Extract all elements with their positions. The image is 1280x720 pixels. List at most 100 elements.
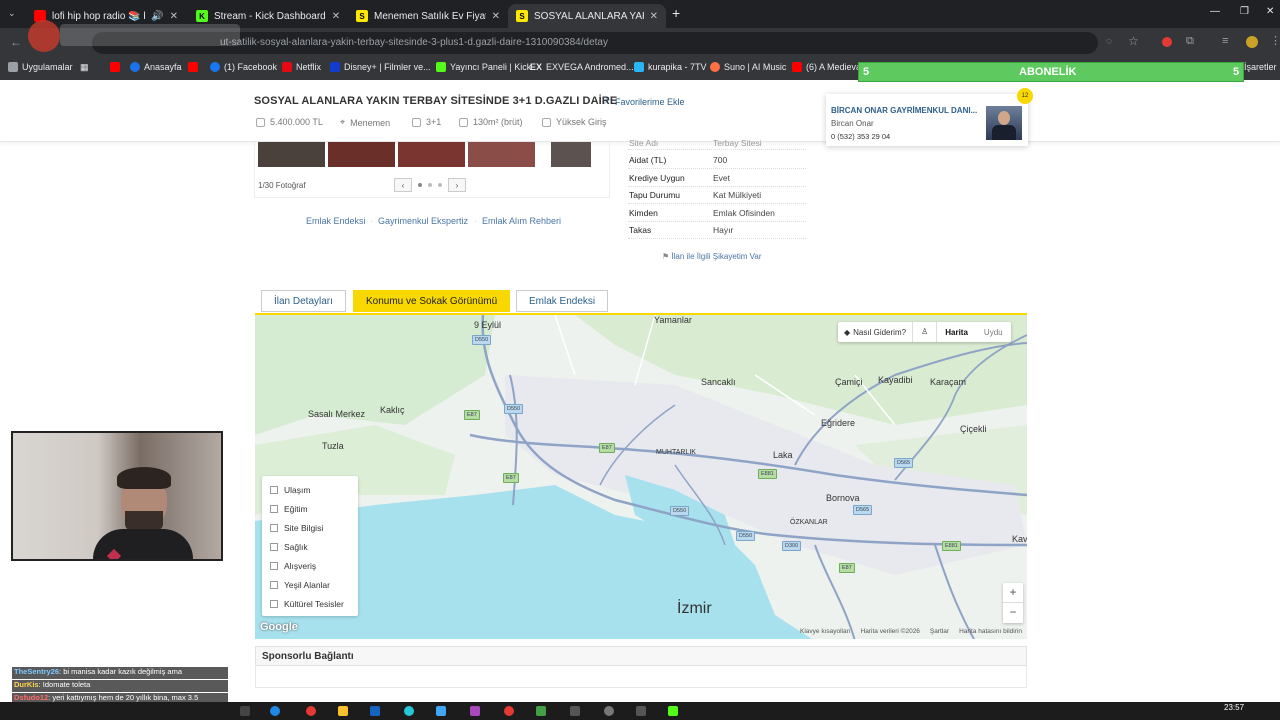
link-emlak-endeksi[interactable]: Emlak Endeksi xyxy=(306,216,366,226)
star-icon[interactable]: ☆ xyxy=(1128,34,1139,48)
terms-link[interactable]: Şartlar xyxy=(930,628,949,635)
listing-title: SOSYAL ALANLARA YAKIN TERBAY SİTESİNDE 3… xyxy=(254,95,618,107)
checkbox[interactable] xyxy=(270,581,278,589)
kebab-menu-icon[interactable]: ⋮ xyxy=(1270,34,1280,47)
app-icon[interactable] xyxy=(636,706,646,716)
bookmark-label: kurapika - 7TV xyxy=(648,62,707,72)
tab-listing-details[interactable]: İlan Detayları xyxy=(261,290,346,312)
checkbox[interactable] xyxy=(270,524,278,532)
tab-menemen[interactable]: S Menemen Satılık Ev Fiyatları sa ✕ xyxy=(348,4,508,28)
close-icon[interactable]: ✕ xyxy=(332,11,340,22)
link-alim-rehberi[interactable]: Emlak Alım Rehberi xyxy=(482,216,561,226)
taskbar-app-icon[interactable] xyxy=(240,706,250,716)
tab-listing[interactable]: S SOSYAL ALANLARA YAKIN TERI ✕ xyxy=(508,4,666,28)
app-icon[interactable] xyxy=(570,706,580,716)
info-row: Krediye Uygun Evet xyxy=(628,170,806,187)
map-place: MUHTARLIK xyxy=(656,449,696,456)
bookmark-label: Netflix xyxy=(296,62,322,72)
agent-company[interactable]: BİRCAN ONAR GAYRİMENKUL DANI... xyxy=(831,106,981,115)
close-icon[interactable]: ✕ xyxy=(492,11,500,22)
grid-icon: ▦ xyxy=(80,62,89,72)
app-icon[interactable] xyxy=(404,706,414,716)
bookmark-exvega[interactable]: EX EXVEGA Andromed... xyxy=(530,62,634,72)
add-favorites-link[interactable]: ☆ Favorilerime Ekle xyxy=(602,96,685,107)
bookmark-suno[interactable]: Suno | AI Music xyxy=(710,62,786,72)
sub-badge: 12 xyxy=(1017,88,1033,104)
legend-item[interactable]: Yeşil Alanlar xyxy=(270,580,330,590)
zoom-out-button[interactable]: − xyxy=(1003,603,1023,622)
folder-icon[interactable] xyxy=(338,706,348,716)
app-icon[interactable] xyxy=(370,706,380,716)
sub-left-count: 5 xyxy=(863,66,870,78)
eye-off-icon[interactable]: ◌ xyxy=(1106,36,1112,47)
app-icon[interactable] xyxy=(436,706,446,716)
keyboard-shortcuts-link[interactable]: Klavye kısayolları xyxy=(800,628,851,635)
taskbar-clock[interactable]: 23:57 xyxy=(1224,703,1244,712)
bookmark-netflix[interactable]: Netflix xyxy=(282,62,321,72)
legend-label: Alışveriş xyxy=(284,561,317,571)
minimize-icon[interactable]: — xyxy=(1210,6,1220,17)
checkbox[interactable] xyxy=(270,486,278,494)
close-icon[interactable]: ✕ xyxy=(650,11,658,22)
back-icon[interactable]: ← xyxy=(10,35,22,49)
link-ekspertiz[interactable]: Gayrimenkul Ekspertiz xyxy=(378,216,468,226)
legend-item[interactable]: Alışveriş xyxy=(270,561,316,571)
legend-item[interactable]: Sağlık xyxy=(270,542,308,552)
bed-icon xyxy=(412,117,421,127)
bookmark-isaretler[interactable]: İşaretler xyxy=(1244,62,1277,72)
sponsored-links-body xyxy=(255,666,1027,688)
tab-real-estate-index[interactable]: Emlak Endeksi xyxy=(516,290,609,312)
bookmark-anasayfa[interactable]: Anasayfa xyxy=(130,62,182,72)
maximize-icon[interactable]: ❐ xyxy=(1240,6,1249,17)
bookmark-grid[interactable]: ▦ xyxy=(80,62,89,73)
legend-label: Kültürel Tesisler xyxy=(284,599,344,609)
street-view-button[interactable]: ♙ xyxy=(913,322,938,342)
map-view[interactable]: 9 Eylül Yamanlar Sancaklı Çamiçi Kayadib… xyxy=(255,313,1027,639)
map-place: Kav xyxy=(1012,534,1027,544)
agent-phone: 0 (532) 353 29 04 xyxy=(831,132,891,141)
legend-item[interactable]: Kültürel Tesisler xyxy=(270,599,344,609)
extensions-icon[interactable]: ⧉ xyxy=(1186,35,1194,48)
app-icon[interactable] xyxy=(536,706,546,716)
checkbox[interactable] xyxy=(270,505,278,513)
bookmark-yt2[interactable] xyxy=(188,62,198,72)
bookmark-kick[interactable]: Yayıncı Paneli | Kick xyxy=(436,62,531,72)
info-key: Site Adı xyxy=(629,138,659,148)
bookmark-disney[interactable]: Disney+ | Filmler ve... xyxy=(330,62,431,72)
profile-icon[interactable] xyxy=(1246,36,1258,48)
map-type-map-button[interactable]: Harita xyxy=(937,328,976,337)
new-tab-icon[interactable]: + xyxy=(672,5,680,21)
report-error-link[interactable]: Harita hatasını bildirin xyxy=(959,628,1022,635)
map-place: Eğridere xyxy=(821,418,856,428)
checkbox[interactable] xyxy=(270,543,278,551)
bookmark-facebook[interactable]: (1) Facebook xyxy=(210,62,277,72)
zoom-in-button[interactable]: + xyxy=(1003,583,1023,603)
edge-icon[interactable] xyxy=(270,706,280,716)
agent-photo xyxy=(986,106,1022,140)
app-icon[interactable] xyxy=(504,706,514,716)
bookmark-7tv[interactable]: kurapika - 7TV xyxy=(634,62,707,72)
checkbox[interactable] xyxy=(270,600,278,608)
bookmark-apps[interactable]: Uygulamalar xyxy=(8,62,73,72)
app-icon[interactable] xyxy=(604,706,614,716)
window-close-icon[interactable]: ✕ xyxy=(1266,6,1274,17)
checkbox[interactable] xyxy=(270,562,278,570)
kick-app-icon[interactable] xyxy=(668,706,678,716)
app-icon[interactable] xyxy=(470,706,480,716)
legend-item[interactable]: Eğitim xyxy=(270,504,308,514)
agent-card[interactable]: BİRCAN ONAR GAYRİMENKUL DANI... Bircan O… xyxy=(826,94,1028,146)
chrome-icon[interactable] xyxy=(306,706,316,716)
chat-user: Dsfudo12 xyxy=(14,693,49,702)
directions-button[interactable]: ◆ Nasıl Giderim? xyxy=(838,322,914,342)
extension-red-icon[interactable] xyxy=(1162,37,1172,47)
bookmark-medieval[interactable]: (6) A Medieval xyxy=(792,62,863,72)
menu-lines-icon[interactable]: ≡ xyxy=(1222,35,1228,47)
complaint-link[interactable]: ⚑ İlan ile İlgili Şikayetim Var xyxy=(662,252,762,261)
tab-search-icon[interactable]: ⌄ xyxy=(8,8,16,19)
map-type-satellite-button[interactable]: Uydu xyxy=(976,328,1011,337)
tab-location-street[interactable]: Konumu ve Sokak Görünümü xyxy=(353,290,511,312)
legend-item[interactable]: Site Bilgisi xyxy=(270,523,323,533)
legend-item[interactable]: Ulaşım xyxy=(270,485,310,495)
legend-label: Yeşil Alanlar xyxy=(284,580,330,590)
bookmark-youtube[interactable] xyxy=(110,62,120,72)
